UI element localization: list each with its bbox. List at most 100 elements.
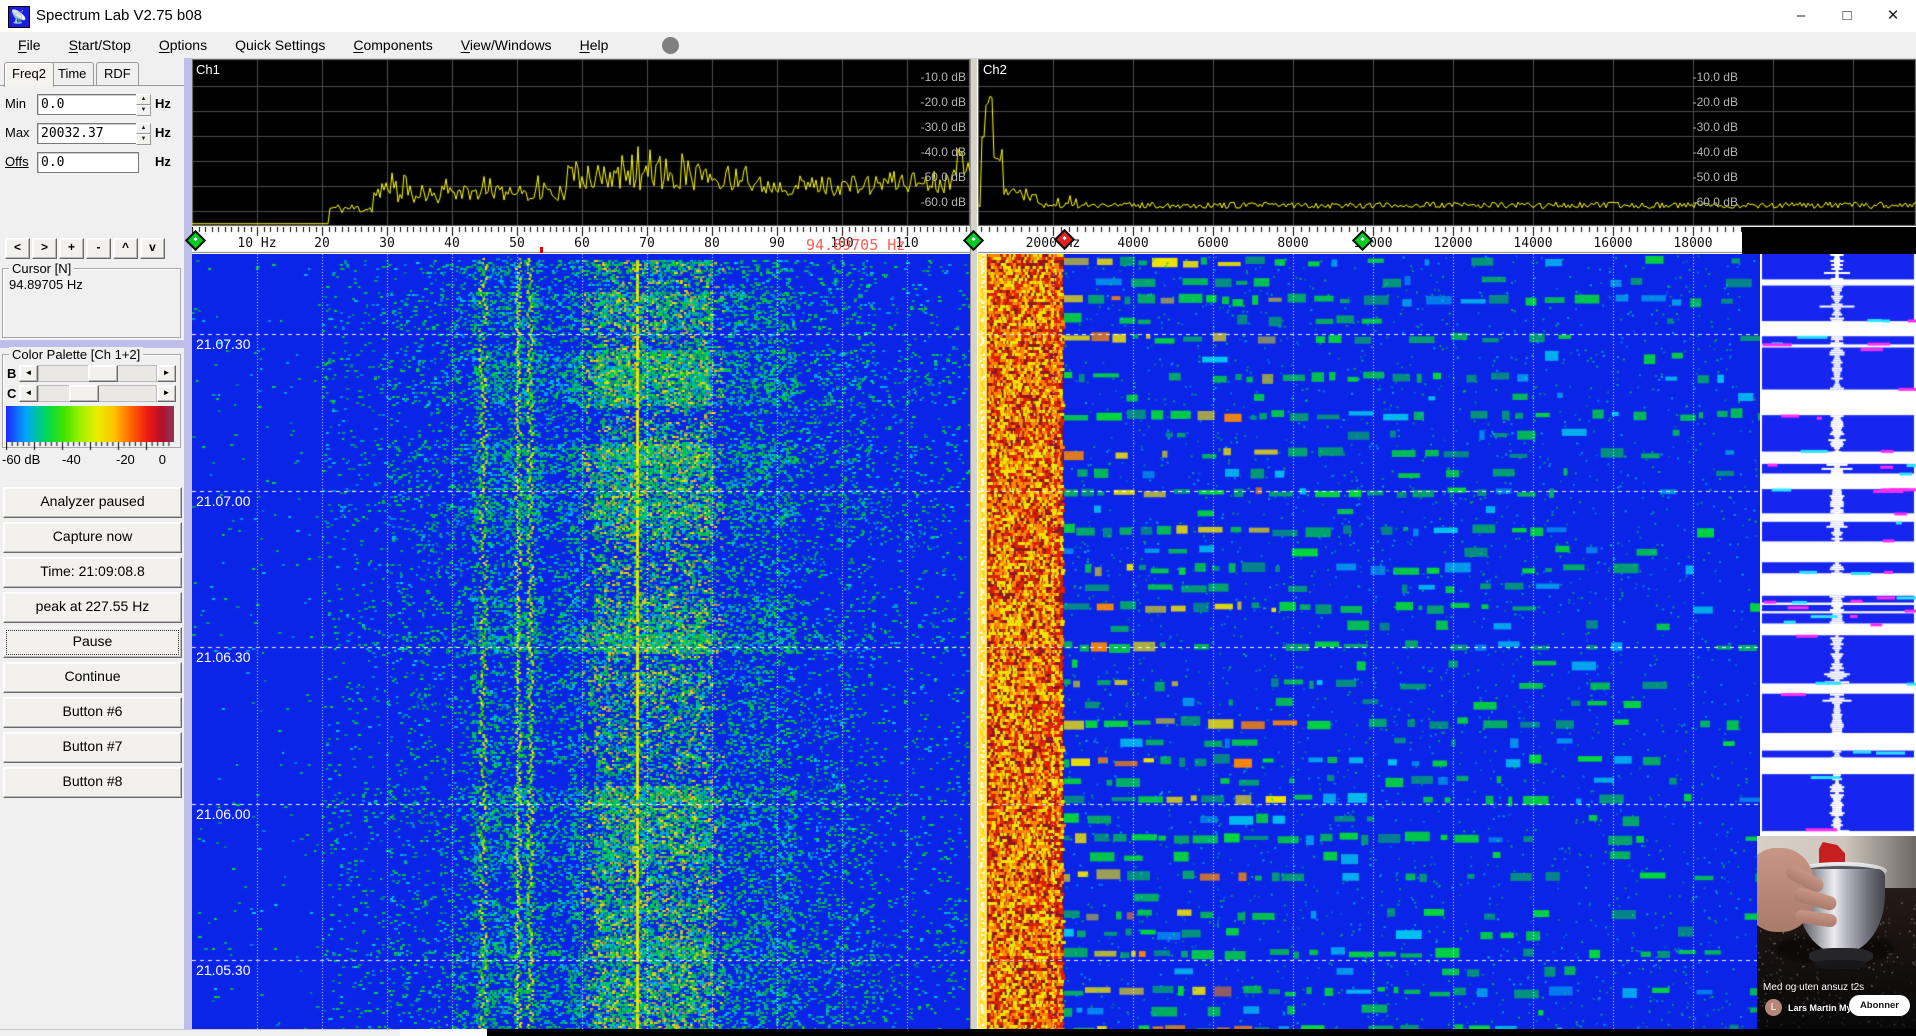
time-label: 21.07.30 — [196, 336, 251, 352]
tab-rdf[interactable]: RDF — [96, 62, 139, 85]
spin-up-icon[interactable]: ▲ — [136, 123, 151, 134]
bottom-edge-black — [487, 1029, 1916, 1036]
menu-item-components[interactable]: Components — [339, 34, 446, 56]
freq-tick-label: 50 — [509, 236, 525, 251]
ch2-spectrum-canvas[interactable] — [978, 59, 1916, 226]
ch1-label: Ch1 — [196, 62, 220, 77]
freq-tick-label: 90 — [769, 236, 785, 251]
min-spinner[interactable]: ▲▼ — [136, 94, 151, 115]
db-label: -10.0 dB — [1668, 70, 1738, 84]
menu-item-start-stop[interactable]: Start/Stop — [55, 34, 145, 56]
window-title: Spectrum Lab V2.75 b08 — [36, 7, 202, 24]
gradient-scale-label: -20 — [116, 452, 135, 467]
close-button[interactable]: ✕ — [1870, 0, 1916, 31]
minimize-button[interactable]: – — [1778, 0, 1824, 31]
slider-left-arrow-icon[interactable]: ◄ — [19, 365, 38, 382]
ch2-label: Ch2 — [983, 62, 1007, 77]
panel-button-button-6[interactable]: Button #6 — [3, 697, 182, 728]
ruler-cursor-readout: 94.89705 Hz — [806, 236, 905, 254]
freq-tick-label: 60 — [574, 236, 590, 251]
slider-thumb[interactable] — [88, 365, 118, 382]
color-gradient-bar — [6, 406, 174, 442]
slider-left-arrow-icon[interactable]: ◄ — [19, 385, 38, 402]
palette-slider-b: B◄ ► — [7, 365, 176, 381]
ch2-waterfall-canvas[interactable] — [978, 254, 1760, 1029]
channel-avatar[interactable]: L — [1765, 999, 1782, 1016]
panel-button-analyzer-paused[interactable]: Analyzer paused — [3, 487, 182, 518]
nav-button-2[interactable]: + — [59, 238, 84, 259]
freq-tick-label: 70 — [639, 236, 655, 251]
panel-button-time-21-09-08-8[interactable]: Time: 21:09:08.8 — [3, 557, 182, 588]
freq-tick-label: 14000 — [1513, 236, 1552, 251]
db-label: -20.0 dB — [896, 95, 966, 109]
video-overlay[interactable]: Med og uten ansuz t2s L Lars Martin Myhr… — [1757, 836, 1916, 1029]
field-label-max: Max — [5, 125, 30, 140]
gradient-tick-ruler — [6, 442, 174, 451]
status-led-icon — [662, 37, 679, 54]
menu-item-file[interactable]: File — [4, 34, 55, 56]
menu-item-quick-settings[interactable]: Quick Settings — [221, 34, 339, 56]
freq-tick-label: 18000 — [1673, 236, 1712, 251]
maximize-button[interactable]: □ — [1824, 0, 1870, 31]
nav-button-5[interactable]: v — [140, 238, 165, 259]
nav-button-0[interactable]: < — [5, 238, 30, 259]
spin-up-icon[interactable]: ▲ — [136, 94, 151, 105]
bottom-edge-white — [400, 1029, 487, 1036]
ch1-spectrum-canvas[interactable] — [192, 59, 970, 226]
offs-input[interactable] — [37, 152, 139, 173]
title-bar: 📡 Spectrum Lab V2.75 b08 – □ ✕ — [0, 0, 1916, 33]
max-input[interactable] — [37, 123, 139, 144]
panel-button-capture-now[interactable]: Capture now — [3, 522, 182, 553]
subscribe-button[interactable]: Abonner — [1849, 995, 1910, 1016]
freq-tick-label: 30 — [379, 236, 395, 251]
db-label: -60.0 dB — [1668, 195, 1738, 209]
nav-button-4[interactable]: ^ — [113, 238, 138, 259]
panel-button-pause[interactable]: Pause — [3, 627, 182, 658]
palette-groupbox-title: Color Palette [Ch 1+2] — [9, 347, 143, 362]
db-label: -30.0 dB — [896, 120, 966, 134]
panel-button-button-8[interactable]: Button #8 — [3, 767, 182, 798]
freq-tick-label: 12000 — [1433, 236, 1472, 251]
slider-label: C — [7, 386, 19, 401]
spin-down-icon[interactable]: ▼ — [136, 105, 151, 116]
min-input[interactable] — [37, 94, 139, 115]
gradient-scale-label: -40 — [62, 452, 81, 467]
freq-tick-label: 16000 — [1593, 236, 1632, 251]
tab-time[interactable]: Time — [50, 62, 94, 85]
spin-down-icon[interactable]: ▼ — [136, 134, 151, 145]
cursor-groupbox: Cursor [N] 94.89705 Hz — [2, 268, 181, 338]
field-label-min: Min — [5, 96, 26, 111]
menu-item-help[interactable]: Help — [566, 34, 623, 56]
time-label: 21.07.00 — [196, 493, 251, 509]
unit-label: Hz — [155, 154, 171, 169]
ch1-waterfall-canvas[interactable] — [192, 254, 970, 1029]
tab-freq2[interactable]: Freq2 — [4, 62, 54, 87]
video-title: Med og uten ansuz t2s — [1763, 982, 1864, 993]
freq-tick-label: 40 — [444, 236, 460, 251]
ruler-black-fill — [1742, 227, 1916, 254]
db-label: -10.0 dB — [896, 70, 966, 84]
slider-right-arrow-icon[interactable]: ► — [157, 385, 176, 402]
slider-thumb[interactable] — [69, 385, 99, 402]
channel-divider — [970, 59, 978, 1029]
menu-item-view-windows[interactable]: View/Windows — [447, 34, 566, 56]
gradient-scale-label: -60 dB — [2, 452, 40, 467]
panel-button-button-7[interactable]: Button #7 — [3, 732, 182, 763]
time-label: 21.05.30 — [196, 962, 251, 978]
slider-track[interactable] — [38, 365, 157, 382]
db-label: -40.0 dB — [896, 145, 966, 159]
nav-button-3[interactable]: - — [86, 238, 111, 259]
freq-tick-label: 6000 — [1197, 236, 1228, 251]
panel-button-peak-at-227-55-hz[interactable]: peak at 227.55 Hz — [3, 592, 182, 623]
db-label: -60.0 dB — [896, 195, 966, 209]
bottom-edge-gray — [0, 1029, 400, 1036]
unit-label: Hz — [155, 125, 171, 140]
slider-right-arrow-icon[interactable]: ► — [157, 365, 176, 382]
slider-track[interactable] — [38, 385, 157, 402]
slider-label: B — [7, 366, 19, 381]
ruler-red-tick — [540, 247, 543, 253]
max-spinner[interactable]: ▲▼ — [136, 123, 151, 144]
menu-item-options[interactable]: Options — [145, 34, 221, 56]
nav-button-1[interactable]: > — [32, 238, 57, 259]
panel-button-continue[interactable]: Continue — [3, 662, 182, 693]
